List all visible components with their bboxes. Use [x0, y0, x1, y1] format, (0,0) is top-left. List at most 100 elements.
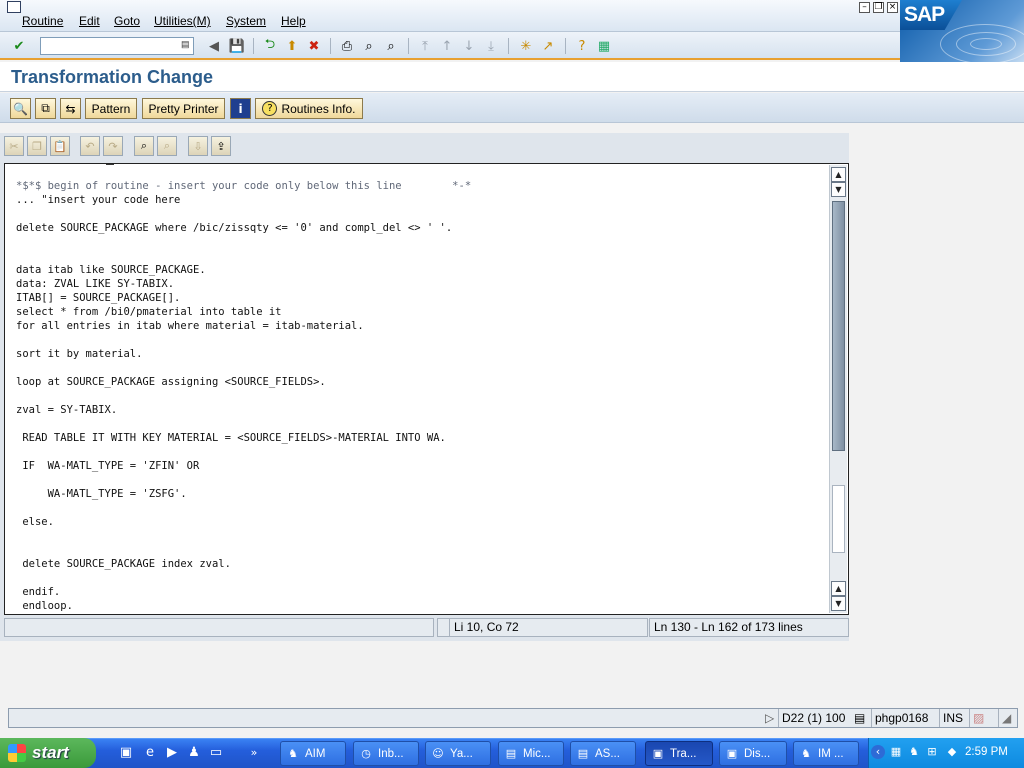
layout-menu-icon[interactable]: ▦ — [595, 37, 613, 55]
command-history-icon[interactable]: ▤ — [181, 39, 192, 53]
hierarchy-icon[interactable]: ⇆ — [60, 98, 81, 119]
tray-network-icon[interactable]: ⊞ — [925, 745, 939, 759]
code-line: select * from /bi0/pmaterial into table … — [16, 306, 282, 318]
tray-antivirus-icon[interactable]: ◆ — [945, 745, 959, 759]
messenger-icon[interactable]: ♟ — [186, 745, 202, 761]
aim-icon: ♞ — [288, 746, 298, 760]
menu-icon[interactable] — [7, 1, 21, 13]
copy-icon[interactable]: ❐ — [27, 136, 47, 156]
page-down-icon[interactable]: ▲ — [831, 581, 846, 596]
code-editor[interactable]: *$*$ begin of routine - insert your code… — [4, 163, 849, 615]
menu-goto[interactable]: Goto — [114, 14, 140, 28]
media-player-icon[interactable]: ▶ — [164, 745, 180, 761]
taskbar-button[interactable]: ◷ Inb... — [353, 741, 419, 766]
clock-icon: ◷ — [361, 746, 371, 760]
print-icon[interactable]: ⎙ — [338, 37, 356, 55]
menu-utilities[interactable]: Utilities(M) — [154, 14, 211, 28]
taskbar-button-label: Inb... — [378, 747, 404, 760]
find-icon[interactable]: ⌕ — [360, 37, 378, 55]
scroll-thumb[interactable] — [832, 201, 845, 451]
quicklaunch-more-icon[interactable]: » — [246, 745, 262, 761]
menu-help[interactable]: Help — [281, 14, 306, 28]
taskbar-button-label: Ya... — [450, 747, 473, 760]
menu-routine[interactable]: Routine — [22, 14, 63, 28]
routines-info-label: Routines Info. — [281, 101, 356, 116]
taskbar-button[interactable]: ♞ AIM — [280, 741, 346, 766]
pattern-button[interactable]: Pattern — [85, 98, 137, 119]
undo-icon[interactable]: ↶ — [80, 136, 100, 156]
resize-grip-icon[interactable]: ◢ — [998, 709, 1018, 727]
exit-icon[interactable]: ⬆ — [283, 37, 301, 55]
cut-icon[interactable]: ✂ — [4, 136, 24, 156]
previous-page-icon[interactable]: ↑ — [438, 37, 456, 55]
taskbar-button[interactable]: ♞ IM ... — [793, 741, 859, 766]
other-object-icon[interactable]: ⧉ — [35, 98, 56, 119]
redo-icon[interactable]: ↷ — [103, 136, 123, 156]
download-icon[interactable]: ⇩ — [188, 136, 208, 156]
triangle-left-icon[interactable]: ◀ — [205, 37, 223, 55]
code-line: for all entries in itab where material =… — [16, 320, 364, 332]
info-icon[interactable]: i — [230, 98, 251, 119]
code-line: zval = SY-TABIX. — [16, 404, 118, 416]
scroll-track[interactable] — [832, 485, 845, 553]
smiley-icon: ☺ — [432, 746, 444, 760]
find-next-icon[interactable]: ⌕ — [382, 37, 400, 55]
window-icon: ▣ — [726, 746, 738, 760]
toolbar-separator — [408, 38, 409, 54]
system-list-icon[interactable]: ▤ — [851, 709, 868, 727]
code-line: data itab like SOURCE_PACKAGE. — [16, 264, 206, 276]
save-icon[interactable]: 💾 — [228, 37, 246, 55]
enter-check-icon[interactable]: ✔ — [10, 37, 28, 55]
taskbar-button[interactable]: ▣ Tra... — [645, 741, 713, 766]
pretty-printer-button[interactable]: Pretty Printer — [142, 98, 225, 119]
taskbar-button[interactable]: ▣ Dis... — [719, 741, 787, 766]
cancel-icon[interactable]: ✖ — [305, 37, 323, 55]
toolbar-separator — [565, 38, 566, 54]
menu-system[interactable]: System — [226, 14, 266, 28]
close-icon[interactable]: × — [887, 2, 898, 13]
internet-explorer-icon[interactable]: e — [142, 745, 158, 761]
scroll-down-icon[interactable]: ▼ — [831, 596, 846, 611]
tray-aim-icon[interactable]: ♞ — [907, 745, 921, 759]
find-icon[interactable]: ⌕ — [134, 136, 154, 156]
minimize-icon[interactable]: – — [859, 2, 870, 13]
taskbar-button[interactable]: ▤ AS... — [570, 741, 636, 766]
create-session-icon[interactable]: ✳ — [517, 37, 535, 55]
show-desktop-icon[interactable]: ▣ — [118, 745, 134, 761]
scroll-up-icon[interactable]: ▲ — [831, 167, 846, 182]
code-text[interactable]: *$*$ begin of routine - insert your code… — [16, 179, 826, 613]
text-cursor — [106, 164, 114, 165]
restore-icon[interactable]: ❐ — [873, 2, 884, 13]
folder-icon[interactable]: ▭ — [208, 745, 224, 761]
help-icon[interactable]: ? — [573, 37, 591, 55]
command-field[interactable] — [40, 37, 194, 55]
tray-expand-icon[interactable]: ‹ — [871, 745, 885, 759]
next-page-icon[interactable]: ↓ — [460, 37, 478, 55]
shortcut-icon[interactable]: ↗ — [539, 37, 557, 55]
document-icon: ▤ — [577, 746, 589, 760]
upload-icon[interactable]: ⇪ — [211, 136, 231, 156]
page-up-icon[interactable]: ▼ — [831, 182, 846, 197]
menu-edit[interactable]: Edit — [79, 14, 100, 28]
vertical-scrollbar[interactable]: ▲ ▼ ▲ ▼ — [829, 165, 847, 613]
tray-app-icon[interactable]: ▦ — [889, 745, 903, 759]
input-mode: INS — [939, 709, 966, 727]
routines-info-button[interactable]: ? Routines Info. — [255, 98, 363, 119]
paste-icon[interactable]: 📋 — [50, 136, 70, 156]
status-expand-icon[interactable]: ▷ — [762, 709, 777, 727]
back-icon[interactable]: ⮌ — [261, 37, 279, 55]
window-controls: – ❐ × — [859, 2, 898, 13]
last-page-icon[interactable]: ⤓ — [482, 37, 500, 55]
first-page-icon[interactable]: ⤒ — [416, 37, 434, 55]
find-next-icon[interactable]: ⌕ — [157, 136, 177, 156]
start-button[interactable]: start — [0, 738, 96, 768]
display-change-icon[interactable]: 🔍 — [10, 98, 31, 119]
taskbar-button[interactable]: ☺ Ya... — [425, 741, 491, 766]
code-line: loop at SOURCE_PACKAGE assigning <SOURCE… — [16, 376, 326, 388]
taskbar-button[interactable]: ▤ Mic... — [498, 741, 564, 766]
